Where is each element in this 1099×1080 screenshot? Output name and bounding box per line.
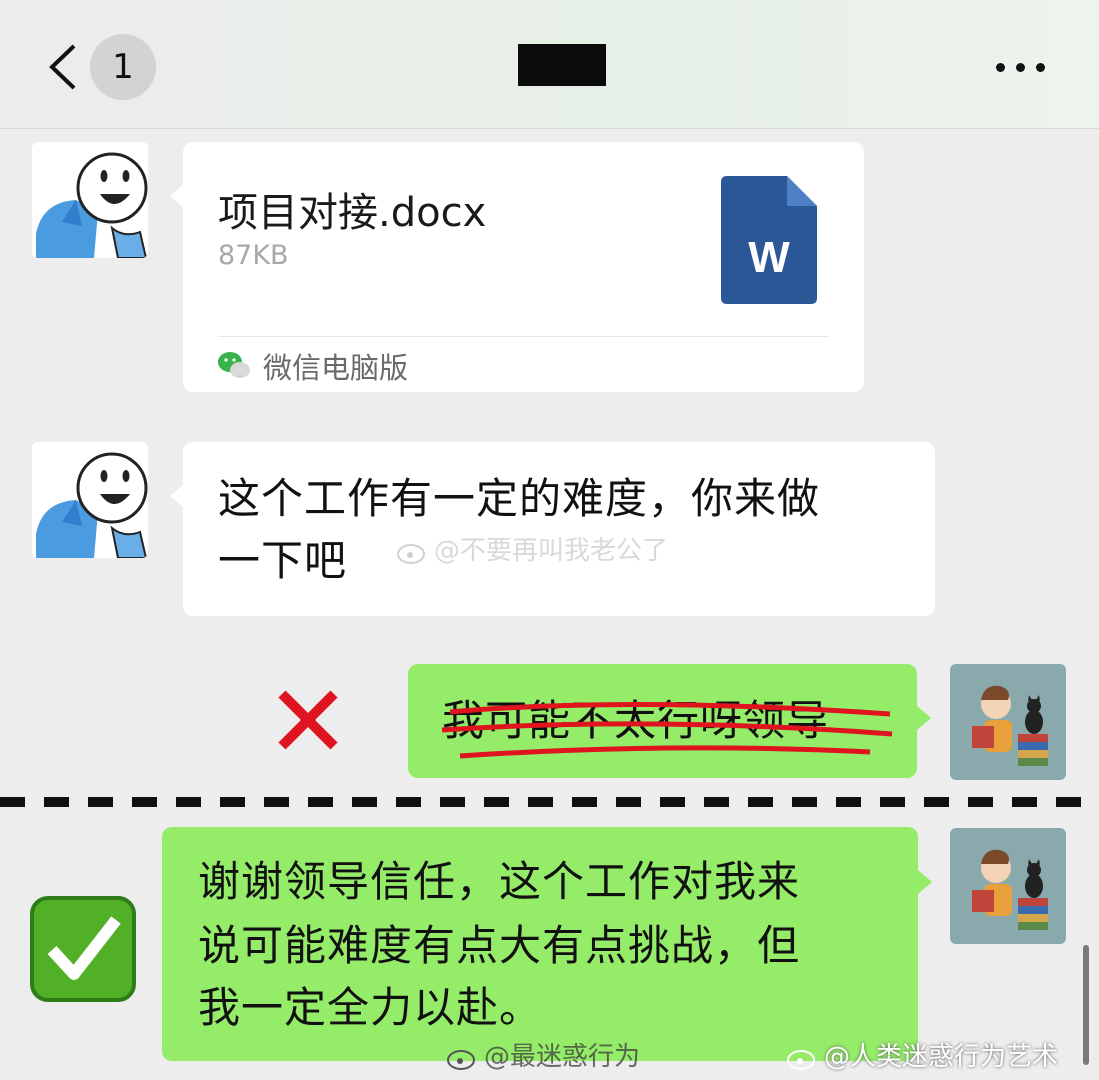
wechat-icon (218, 352, 250, 378)
bubble-tail (917, 706, 931, 730)
my-avatar[interactable] (950, 664, 1066, 780)
contact-avatar[interactable] (32, 442, 148, 558)
wrong-reply-bubble[interactable]: 我可能不太行呀领导 (408, 664, 917, 778)
file-source-label: 微信电脑版 (263, 351, 409, 385)
more-horizontal-icon[interactable] (988, 52, 1052, 82)
text-message-bubble[interactable]: 这个工作有一定的难度，你来做 一下吧 (183, 442, 935, 616)
dashed-separator (0, 797, 1099, 807)
contact-avatar[interactable] (32, 142, 148, 258)
scrollbar[interactable] (1083, 945, 1089, 1065)
red-cross-icon (278, 690, 338, 750)
watermark: @最迷惑行为 (446, 1036, 640, 1073)
divider (218, 336, 829, 337)
chevron-left-icon[interactable] (44, 42, 84, 92)
chat-header: 1 (0, 0, 1099, 129)
chat-title-redacted (518, 44, 606, 86)
my-avatar[interactable] (950, 828, 1066, 944)
bubble-tail (170, 184, 184, 208)
word-document-icon: W (721, 176, 817, 304)
bubble-tail (170, 484, 184, 508)
message-line: 一下吧 (218, 536, 348, 585)
message-line: 我一定全力以赴。 (198, 983, 543, 1032)
word-icon-letter: W (748, 233, 790, 282)
file-name: 项目对接.docx (218, 190, 487, 236)
message-line: 说可能难度有点大有点挑战，但 (198, 921, 801, 970)
file-size: 87KB (218, 240, 289, 271)
watermark: @人类迷惑行为艺术 (786, 1036, 1058, 1073)
message-line: 这个工作有一定的难度，你来做 (218, 474, 821, 523)
unread-count-badge[interactable]: 1 (90, 34, 156, 100)
bubble-tail (918, 870, 932, 894)
message-line: 谢谢领导信任，这个工作对我来 (198, 857, 801, 906)
scribble-strikethrough (441, 701, 893, 759)
file-message-bubble[interactable]: 项目对接.docx 87KB W 微信电脑版 (183, 142, 864, 392)
watermark: @不要再叫我老公了 (396, 530, 668, 567)
right-reply-bubble[interactable]: 谢谢领导信任，这个工作对我来 说可能难度有点大有点挑战，但 我一定全力以赴。 (162, 827, 918, 1061)
green-check-icon (30, 896, 136, 1002)
